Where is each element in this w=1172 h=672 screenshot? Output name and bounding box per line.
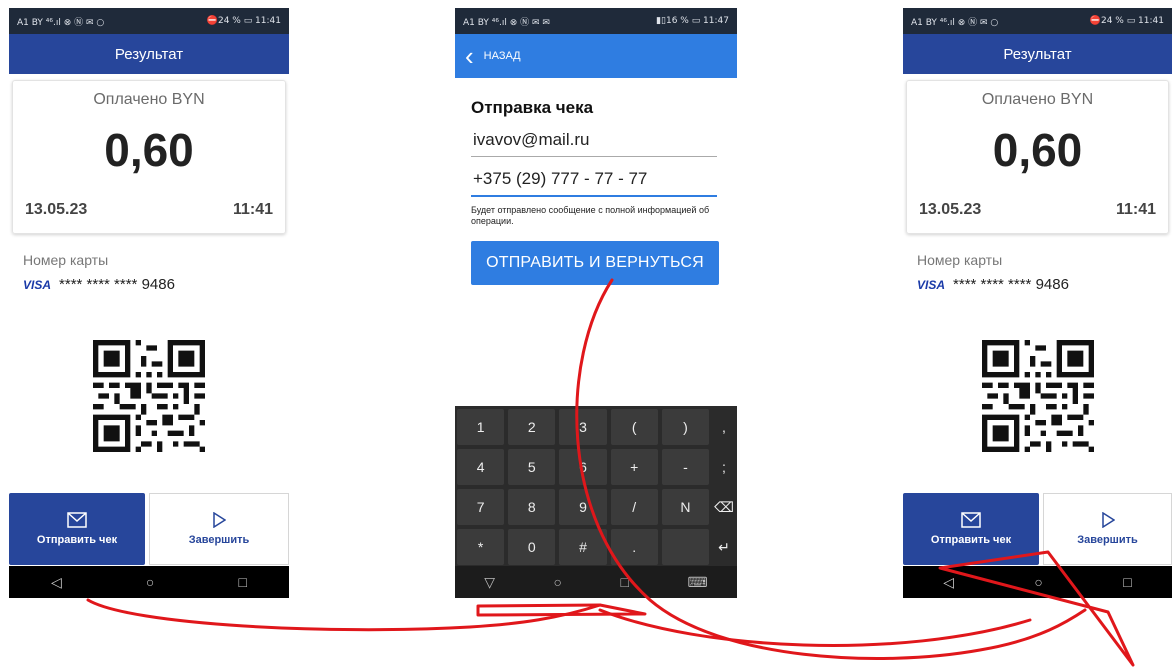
key[interactable]: .: [610, 529, 658, 565]
page-title: Результат: [903, 34, 1172, 74]
hide-keyboard-icon[interactable]: ▽: [484, 574, 495, 591]
qr-code: [981, 340, 1094, 452]
page-title: Результат: [9, 34, 289, 74]
card-number-label: Номер карты: [917, 252, 1003, 268]
card-number: VISA **** **** **** 9486: [23, 276, 289, 293]
recent-square-icon[interactable]: □: [1123, 574, 1131, 590]
visa-logo: VISA: [917, 277, 946, 292]
key[interactable]: (: [610, 409, 658, 445]
home-circle-icon[interactable]: ○: [1034, 574, 1042, 590]
right-phone-screen: A1 BY ⁴⁶.ıl ⊗ Ⓝ ✉ ○ ⛔24 % ▭ 11:41 Резуль…: [903, 8, 1172, 598]
time: 11:41: [232, 201, 273, 218]
action-buttons: Отправить чек Завершить: [903, 493, 1172, 565]
action-buttons: Отправить чек Завершить: [9, 493, 289, 565]
status-right: ▮▯16 % ▭ 11:47: [656, 16, 729, 26]
card-number-value: **** **** **** 9486: [59, 276, 175, 293]
amount: 0,60: [992, 124, 1083, 176]
status-bar: A1 BY ⁴⁶.ıl ⊗ Ⓝ ✉ ✉ ▮▯16 % ▭ 11:47: [455, 8, 737, 34]
play-icon: [1101, 512, 1115, 528]
card-number: VISA **** **** **** 9486: [917, 276, 1172, 293]
home-circle-icon[interactable]: ○: [554, 574, 562, 590]
finish-button[interactable]: Завершить: [1043, 493, 1172, 565]
key[interactable]: N: [661, 489, 709, 525]
enter-key[interactable]: ↵: [713, 529, 735, 565]
chevron-left-icon: ‹: [465, 41, 474, 71]
back-triangle-icon[interactable]: ◁: [51, 574, 62, 591]
qr-code: [93, 340, 205, 452]
date: 13.05.23: [25, 201, 88, 218]
middle-phone-screen: A1 BY ⁴⁶.ıl ⊗ Ⓝ ✉ ✉ ▮▯16 % ▭ 11:47 ‹ НАЗ…: [455, 8, 737, 598]
recent-square-icon[interactable]: □: [621, 574, 629, 590]
key[interactable]: ;: [713, 449, 735, 485]
key[interactable]: +: [610, 449, 658, 485]
status-left: A1 BY ⁴⁶.ıl ⊗ Ⓝ ✉ ○: [911, 17, 999, 28]
key[interactable]: 7: [457, 489, 505, 525]
key[interactable]: 0: [508, 529, 556, 565]
status-bar: A1 BY ⁴⁶.ıl ⊗ Ⓝ ✉ ○ ⛔24 % ▭ 11:41: [9, 8, 289, 34]
key[interactable]: 1: [457, 409, 505, 445]
key[interactable]: 5: [508, 449, 556, 485]
back-triangle-icon[interactable]: ◁: [943, 574, 954, 591]
keyboard-switch-icon[interactable]: ⌨: [688, 574, 708, 591]
arrow-lower-curve: [598, 608, 1032, 647]
finish-button[interactable]: Завершить: [149, 493, 289, 565]
backspace-key[interactable]: ⌫: [713, 489, 735, 525]
payment-card: Оплачено BYN 0,60 13.05.23 11:41: [906, 80, 1169, 234]
send-receipt-label: Отправить чек: [36, 534, 118, 546]
recent-square-icon[interactable]: □: [238, 574, 246, 590]
arrow-left-to-middle: [86, 598, 602, 632]
visa-logo: VISA: [23, 277, 52, 292]
amount: 0,60: [104, 124, 194, 176]
key[interactable]: /: [610, 489, 658, 525]
hint-text: Будет отправлено сообщение с полной инфо…: [471, 205, 710, 226]
key[interactable]: ): [661, 409, 709, 445]
numeric-keyboard: 1 2 3 ( ) , 4 5 6 + - ; 7 8 9 / N ⌫ * 0 …: [455, 406, 737, 568]
envelope-icon: [67, 512, 87, 528]
key[interactable]: ,: [713, 409, 735, 445]
system-nav-bar: ◁ ○ □: [9, 566, 289, 598]
finish-label: Завершить: [188, 534, 250, 546]
status-right: ⛔24 % ▭ 11:41: [1089, 16, 1164, 26]
status-left: A1 BY ⁴⁶.ıl ⊗ Ⓝ ✉ ○: [17, 17, 105, 28]
finish-label: Завершить: [1077, 534, 1138, 546]
key[interactable]: -: [661, 449, 709, 485]
key[interactable]: *: [457, 529, 505, 565]
send-receipt-label: Отправить чек: [930, 534, 1012, 546]
status-left: A1 BY ⁴⁶.ıl ⊗ Ⓝ ✉ ✉: [463, 17, 550, 28]
play-icon: [213, 512, 226, 528]
status-right: ⛔24 % ▭ 11:41: [206, 16, 281, 26]
page-title: Отправка чека: [471, 98, 594, 117]
back-button[interactable]: ‹ НАЗАД: [455, 34, 737, 78]
date: 13.05.23: [919, 201, 982, 218]
system-nav-bar: ▽ ○ □ ⌨: [455, 566, 737, 598]
key[interactable]: 6: [559, 449, 607, 485]
system-nav-bar: ◁ ○ □: [903, 566, 1172, 598]
left-phone-screen: A1 BY ⁴⁶.ıl ⊗ Ⓝ ✉ ○ ⛔24 % ▭ 11:41 Резуль…: [9, 8, 289, 598]
space-key[interactable]: [661, 529, 709, 565]
status-bar: A1 BY ⁴⁶.ıl ⊗ Ⓝ ✉ ○ ⛔24 % ▭ 11:41: [903, 8, 1172, 34]
time: 11:41: [1115, 201, 1156, 218]
email-field[interactable]: ivavov@mail.ru: [471, 126, 717, 157]
key[interactable]: #: [559, 529, 607, 565]
phone-field[interactable]: +375 (29) 777 - 77 - 77: [471, 165, 717, 197]
key[interactable]: 8: [508, 489, 556, 525]
paid-label: Оплачено BYN: [981, 91, 1094, 108]
send-receipt-button[interactable]: Отправить чек: [9, 493, 145, 565]
back-label: НАЗАД: [483, 50, 521, 62]
envelope-icon: [961, 512, 981, 528]
send-and-return-button[interactable]: ОТПРАВИТЬ И ВЕРНУТЬСЯ: [471, 240, 719, 285]
card-number-value: **** **** **** 9486: [953, 276, 1069, 293]
key[interactable]: 4: [457, 449, 505, 485]
home-circle-icon[interactable]: ○: [146, 574, 154, 590]
payment-card: Оплачено BYN 0,60 13.05.23 11:41: [12, 80, 286, 234]
key[interactable]: 9: [559, 489, 607, 525]
key[interactable]: 3: [559, 409, 607, 445]
card-number-label: Номер карты: [23, 252, 109, 268]
paid-label: Оплачено BYN: [93, 91, 205, 108]
arrowhead-middle: [476, 603, 647, 617]
key[interactable]: 2: [508, 409, 556, 445]
send-receipt-button[interactable]: Отправить чек: [903, 493, 1039, 565]
